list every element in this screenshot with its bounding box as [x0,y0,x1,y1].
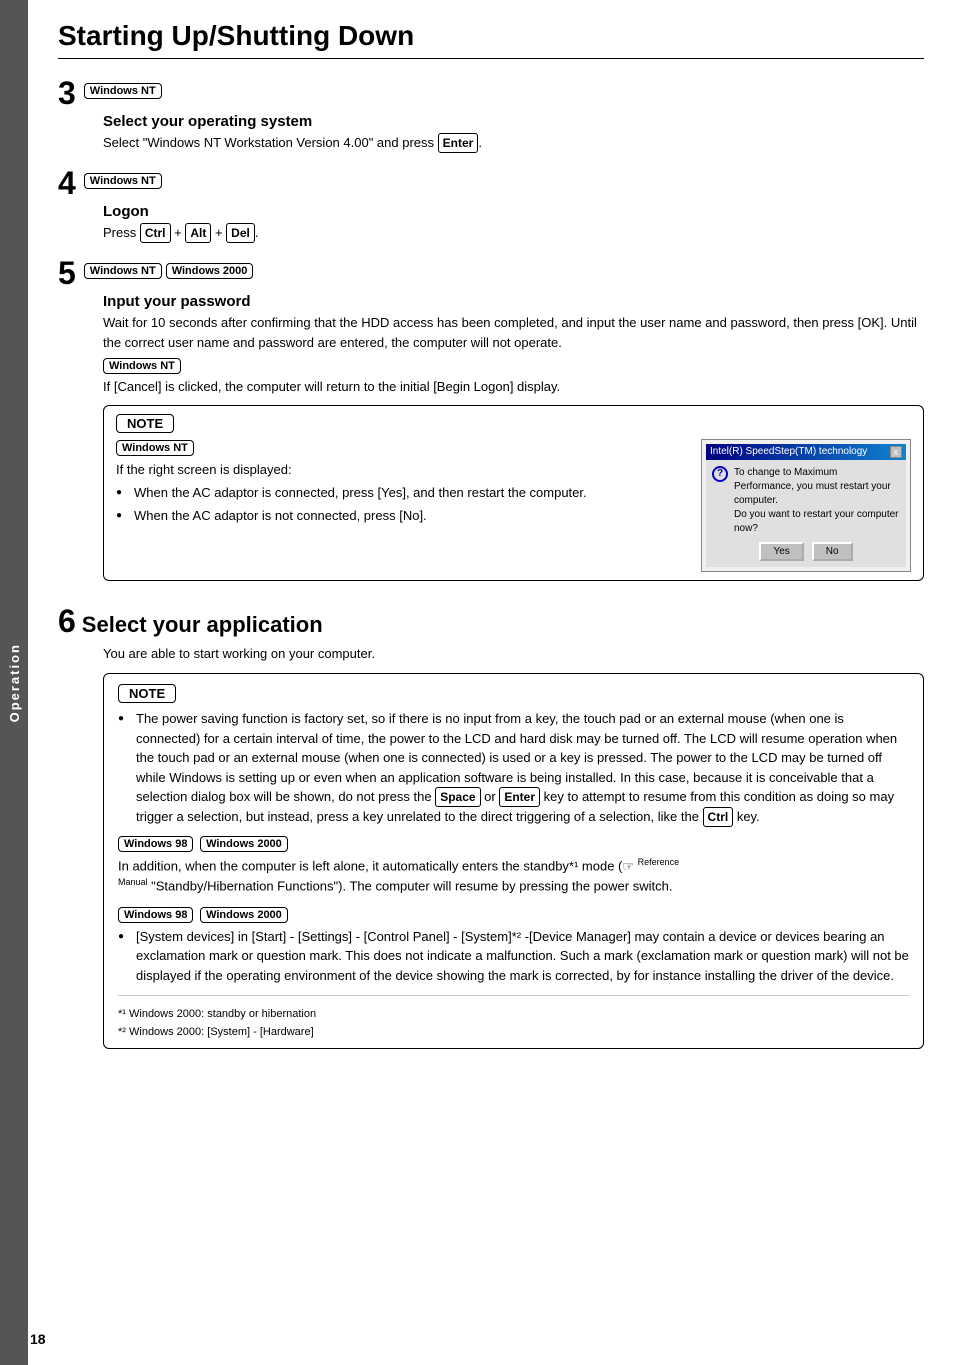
step3-body: Select your operating system Select "Win… [103,113,924,153]
step3-number: 3 [58,77,76,109]
step5-note-intro: If the right screen is displayed: [116,460,689,480]
step5-os-tag-2000: Windows 2000 [166,263,254,279]
step4-row: 4 Windows NT [58,167,924,199]
step5-bullet2: When the AC adaptor is not connected, pr… [116,506,689,526]
ctrl-key: Ctrl [140,223,171,243]
space-key: Space [435,787,480,807]
step6-section: 6 Select your application You are able t… [58,603,924,1050]
step5-text2: If [Cancel] is clicked, the computer wil… [103,377,924,397]
step4-title: Logon [103,203,924,220]
step5-nt-inline: Windows NT [103,358,181,374]
step5-note-inner: Windows NT If the right screen is displa… [116,439,911,572]
step5-tags: Windows NT Windows 2000 [84,257,254,279]
step6-note-title: NOTE [118,684,176,703]
step5-body: Input your password Wait for 10 seconds … [103,293,924,581]
side-tab: Operation [0,0,28,1365]
step3-text: Select "Windows NT Workstation Version 4… [103,133,924,153]
step5-row: 5 Windows NT Windows 2000 [58,257,924,289]
step5-title: Input your password [103,293,924,310]
step3-tags: Windows NT [84,77,162,99]
footnote1: *¹ Windows 2000: standby or hibernation [118,1008,909,1020]
step4-number: 4 [58,167,76,199]
page-number: 18 [30,1331,46,1347]
step6-win98-tag2: Windows 98 [118,907,193,923]
dialog-title-bar: Intel(R) SpeedStep(TM) technology x [706,444,906,460]
step6-number: 6 [58,603,76,640]
step6-system-bullets: [System devices] in [Start] - [Settings]… [118,927,909,986]
step6-row: 6 Select your application [58,603,924,640]
side-tab-label: Operation [7,643,22,722]
step5-note-bullets: When the AC adaptor is connected, press … [116,483,689,525]
step6-win98-text: In addition, when the computer is left a… [118,856,909,896]
step5-note-box: NOTE Windows NT If the right screen is d… [103,405,924,581]
step6-win98-section2: Windows 98 Windows 2000 [118,906,909,923]
enter-key: Enter [438,133,479,153]
step4-os-tag: Windows NT [84,173,162,189]
footnote2: *² Windows 2000: [System] - [Hardware] [118,1026,909,1038]
step3-os-tag: Windows NT [84,83,162,99]
step5-text1: Wait for 10 seconds after confirming tha… [103,313,924,352]
step6-win98-section1: Windows 98 Windows 2000 [118,835,909,852]
step6-bullet1: The power saving function is factory set… [118,709,909,827]
dialog-buttons: Yes No [712,542,900,561]
step6-title: Select your application [82,612,323,638]
step6-note-bullets: The power saving function is factory set… [118,709,909,827]
main-content: Starting Up/Shutting Down 3 Windows NT S… [28,0,954,1365]
step5-os-tag-nt: Windows NT [84,263,162,279]
step3-row: 3 Windows NT [58,77,924,109]
step5-note-title: NOTE [116,414,174,433]
step5-note-nt-tag: Windows NT [116,440,194,456]
step6-body: You are able to start working on your co… [103,644,924,1050]
step6-text: You are able to start working on your co… [103,644,924,664]
step5-dialog: Intel(R) SpeedStep(TM) technology x ? To… [701,439,911,572]
page-title: Starting Up/Shutting Down [58,20,924,59]
del-key: Del [226,223,255,243]
ctrl-key2: Ctrl [703,807,734,827]
step5-number: 5 [58,257,76,289]
step4-body: Logon Press Ctrl + Alt + Del. [103,203,924,243]
step5-note-left: Windows NT If the right screen is displa… [116,439,689,572]
enter-key2: Enter [499,787,540,807]
dialog-no-btn[interactable]: No [812,542,853,561]
dialog-question-icon: ? [712,466,728,482]
step6-win2000-tag2: Windows 2000 [200,907,288,923]
alt-key: Alt [185,223,211,243]
step6-system-bullet: [System devices] in [Start] - [Settings]… [118,927,909,986]
step4-tags: Windows NT [84,167,162,189]
dialog-body: ? To change to Maximum Performance, you … [706,460,906,567]
step6-note-box: NOTE The power saving function is factor… [103,673,924,1049]
dialog-text: To change to Maximum Performance, you mu… [734,466,900,536]
step5-bullet1: When the AC adaptor is connected, press … [116,483,689,503]
step4-text: Press Ctrl + Alt + Del. [103,223,924,243]
step6-win98-tag: Windows 98 [118,836,193,852]
dialog-yes-btn[interactable]: Yes [759,542,803,561]
step6-win2000-tag: Windows 2000 [200,836,288,852]
step6-footnotes: *¹ Windows 2000: standby or hibernation … [118,995,909,1038]
step3-title: Select your operating system [103,113,924,130]
dialog-title-text: Intel(R) SpeedStep(TM) technology [710,446,867,457]
dialog-close-btn[interactable]: x [890,446,903,458]
